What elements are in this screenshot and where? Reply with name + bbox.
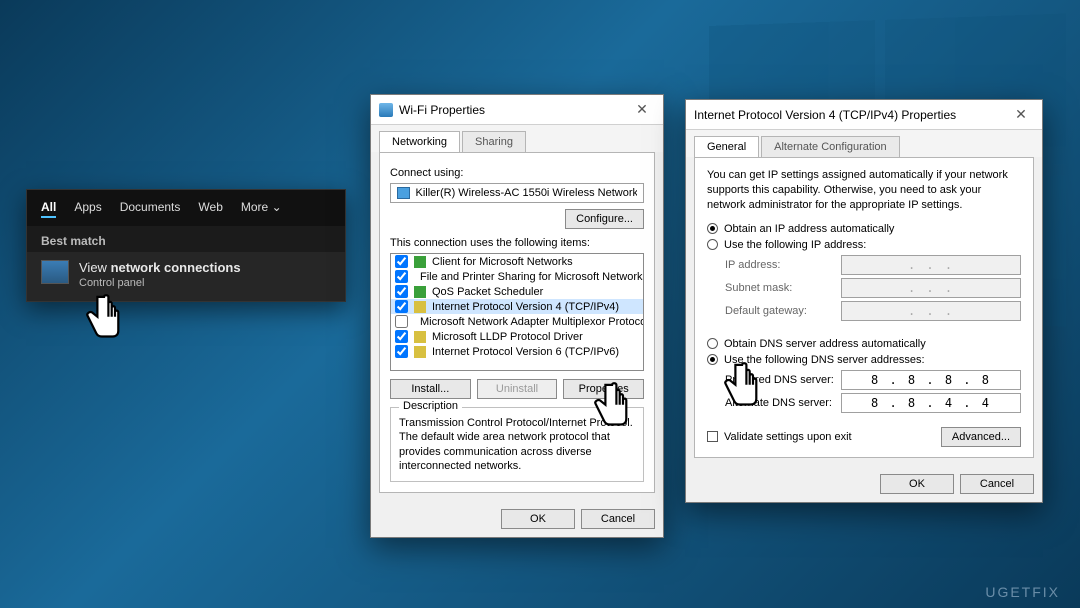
description-group: Description Transmission Control Protoco… — [390, 407, 644, 482]
search-result-title: View network connections — [79, 260, 241, 275]
adapter-icon — [397, 187, 410, 199]
ipv4-titlebar[interactable]: Internet Protocol Version 4 (TCP/IPv4) P… — [686, 100, 1042, 130]
tab-sharing[interactable]: Sharing — [462, 131, 526, 152]
search-tab-more[interactable]: More ⌄ — [241, 200, 282, 218]
description-text: Transmission Control Protocol/Internet P… — [399, 416, 635, 473]
list-item-label: Microsoft Network Adapter Multiplexor Pr… — [420, 316, 644, 328]
label-ip: IP address: — [725, 259, 780, 271]
advanced-button[interactable]: Advanced... — [941, 427, 1021, 447]
list-item-label: Microsoft LLDP Protocol Driver — [432, 331, 583, 343]
close-icon[interactable]: ✕ — [629, 101, 655, 118]
search-tab-web[interactable]: Web — [198, 200, 222, 218]
ipv4-intro: You can get IP settings assigned automat… — [707, 168, 1021, 213]
uses-label: This connection uses the following items… — [390, 237, 644, 249]
list-item[interactable]: Microsoft Network Adapter Multiplexor Pr… — [391, 314, 643, 329]
protocol-icon — [414, 331, 426, 343]
list-item-label: Internet Protocol Version 6 (TCP/IPv6) — [432, 346, 619, 358]
tab-networking[interactable]: Networking — [379, 131, 460, 152]
checkbox-icon[interactable] — [395, 270, 408, 283]
list-item-label: Client for Microsoft Networks — [432, 256, 573, 268]
input-mask: . . . — [841, 278, 1021, 298]
connect-using-label: Connect using: — [390, 167, 644, 179]
label-alternate-dns: Alternate DNS server: — [725, 397, 832, 409]
ok-button[interactable]: OK — [501, 509, 575, 529]
radio-manual-dns[interactable]: Use the following DNS server addresses: — [707, 354, 1021, 366]
label-preferred-dns: Preferred DNS server: — [725, 374, 834, 386]
ipv4-tab-body: You can get IP settings assigned automat… — [694, 157, 1034, 458]
checkbox-icon[interactable] — [395, 255, 408, 268]
network-connections-icon — [41, 260, 69, 284]
checkbox-validate[interactable]: Validate settings upon exit — [707, 431, 852, 443]
checkbox-icon[interactable] — [395, 345, 408, 358]
input-ip: . . . — [841, 255, 1021, 275]
search-result-subtitle: Control panel — [79, 277, 241, 289]
list-item[interactable]: Internet Protocol Version 4 (TCP/IPv4) — [391, 299, 643, 314]
checkbox-icon[interactable] — [395, 315, 408, 328]
checkbox-icon[interactable] — [395, 285, 408, 298]
input-gw: . . . — [841, 301, 1021, 321]
search-tab-documents[interactable]: Documents — [120, 200, 181, 218]
tab-general[interactable]: General — [694, 136, 759, 157]
input-alternate-dns[interactable]: 8 . 8 . 4 . 4 — [841, 393, 1021, 413]
list-item[interactable]: Client for Microsoft Networks — [391, 254, 643, 269]
list-item[interactable]: File and Printer Sharing for Microsoft N… — [391, 269, 643, 284]
list-item-label: QoS Packet Scheduler — [432, 286, 543, 298]
radio-auto-dns[interactable]: Obtain DNS server address automatically — [707, 338, 1021, 350]
cancel-button[interactable]: Cancel — [960, 474, 1034, 494]
search-result[interactable]: View network connections Control panel — [27, 252, 345, 301]
protocol-icon — [414, 256, 426, 268]
search-tabstrip: All Apps Documents Web More ⌄ — [27, 190, 345, 226]
configure-button[interactable]: Configure... — [565, 209, 644, 229]
ipv4-button-row: OK Cancel — [686, 466, 1042, 502]
checkbox-icon[interactable] — [395, 300, 408, 313]
watermark: UGETFIX — [985, 584, 1060, 600]
checkbox-icon[interactable] — [395, 330, 408, 343]
description-legend: Description — [399, 400, 462, 412]
list-item-label: Internet Protocol Version 4 (TCP/IPv4) — [432, 301, 619, 313]
wifi-icon — [379, 103, 393, 117]
wifi-titlebar[interactable]: Wi-Fi Properties ✕ — [371, 95, 663, 125]
adapter-name: Killer(R) Wireless-AC 1550i Wireless Net… — [416, 187, 637, 199]
search-tab-all[interactable]: All — [41, 200, 56, 218]
search-panel: All Apps Documents Web More ⌄ Best match… — [26, 189, 346, 302]
list-item[interactable]: Internet Protocol Version 6 (TCP/IPv6) — [391, 344, 643, 359]
connection-items-list[interactable]: Client for Microsoft Networks File and Pr… — [390, 253, 644, 371]
list-item-label: File and Printer Sharing for Microsoft N… — [420, 271, 644, 283]
install-button[interactable]: Install... — [390, 379, 471, 399]
wifi-tabstrip: Networking Sharing — [371, 125, 663, 152]
protocol-icon — [414, 286, 426, 298]
cancel-button[interactable]: Cancel — [581, 509, 655, 529]
wifi-tab-body: Connect using: Killer(R) Wireless-AC 155… — [379, 152, 655, 493]
radio-auto-ip[interactable]: Obtain an IP address automatically — [707, 223, 1021, 235]
search-section-label: Best match — [27, 226, 345, 252]
tab-alternate[interactable]: Alternate Configuration — [761, 136, 900, 157]
ipv4-title: Internet Protocol Version 4 (TCP/IPv4) P… — [694, 108, 1002, 122]
list-item[interactable]: QoS Packet Scheduler — [391, 284, 643, 299]
close-icon[interactable]: ✕ — [1008, 106, 1034, 123]
ok-button[interactable]: OK — [880, 474, 954, 494]
protocol-icon — [414, 346, 426, 358]
ipv4-tabstrip: General Alternate Configuration — [686, 130, 1042, 157]
adapter-field[interactable]: Killer(R) Wireless-AC 1550i Wireless Net… — [390, 183, 644, 203]
list-item[interactable]: Microsoft LLDP Protocol Driver — [391, 329, 643, 344]
wifi-button-row: OK Cancel — [371, 501, 663, 537]
input-preferred-dns[interactable]: 8 . 8 . 8 . 8 — [841, 370, 1021, 390]
wifi-title: Wi-Fi Properties — [399, 103, 623, 117]
properties-button[interactable]: Properties — [563, 379, 644, 399]
search-tab-more-label: More — [241, 200, 268, 214]
protocol-icon — [414, 301, 426, 313]
label-gw: Default gateway: — [725, 305, 807, 317]
uninstall-button: Uninstall — [477, 379, 558, 399]
wifi-properties-dialog: Wi-Fi Properties ✕ Networking Sharing Co… — [370, 94, 664, 538]
radio-manual-ip[interactable]: Use the following IP address: — [707, 239, 1021, 251]
ipv4-properties-dialog: Internet Protocol Version 4 (TCP/IPv4) P… — [685, 99, 1043, 503]
chevron-down-icon: ⌄ — [272, 200, 282, 214]
search-tab-apps[interactable]: Apps — [74, 200, 101, 218]
label-mask: Subnet mask: — [725, 282, 792, 294]
